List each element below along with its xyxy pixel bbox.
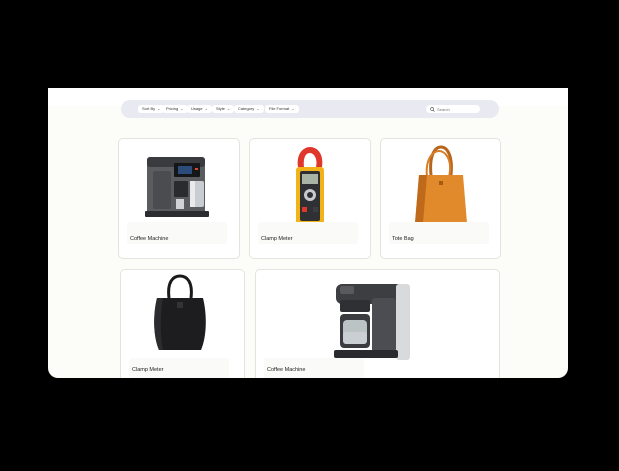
coffee-machine-image: [145, 157, 209, 217]
app-window: Sort By ⌄ Pricing ⌄ Usage ⌄ Style ⌄ Category…: [48, 88, 568, 378]
product-card[interactable]: Coffee Machine: [118, 138, 240, 259]
product-name: Coffee Machine: [267, 367, 306, 373]
black-bag-image: [154, 274, 206, 350]
product-name: Clamp Meter: [261, 236, 293, 242]
filter-usage[interactable]: Usage ⌄: [187, 105, 212, 113]
product-card[interactable]: Clamp Meter: [249, 138, 371, 259]
product-name: Tote Bag: [392, 236, 414, 242]
product-card[interactable]: Coffee Machine: [255, 269, 500, 378]
filter-label: Usage: [191, 106, 203, 111]
chevron-down-icon: ⌄: [226, 106, 231, 111]
product-card[interactable]: Clamp Meter: [120, 269, 245, 378]
coffee-maker-image: [334, 284, 410, 360]
chevron-down-icon: ⌄: [157, 106, 161, 111]
clamp-meter-image: [296, 147, 324, 225]
filter-label: Pricing: [166, 106, 179, 111]
filter-pricing[interactable]: Pricing ⌄: [162, 105, 188, 113]
chevron-down-icon: ⌄: [204, 106, 208, 111]
chevron-down-icon: ⌄: [291, 106, 295, 111]
filter-bar: Sort By ⌄ Pricing ⌄ Usage ⌄ Style ⌄ Category…: [121, 100, 499, 118]
product-card[interactable]: Tote Bag: [380, 138, 501, 259]
product-name: Coffee Machine: [130, 236, 169, 242]
filter-label: File Format: [269, 106, 290, 111]
filter-sort-by[interactable]: Sort By ⌄: [138, 105, 165, 113]
chevron-down-icon: ⌄: [180, 106, 184, 111]
filter-label: Category: [238, 106, 255, 111]
search-input[interactable]: [435, 106, 477, 112]
tote-bag-image: [415, 145, 467, 223]
filter-category[interactable]: Category ⌄: [234, 105, 264, 113]
product-name: Clamp Meter: [132, 367, 164, 373]
filter-file-format[interactable]: File Format ⌄: [265, 105, 299, 113]
filter-label: Sort By: [142, 106, 156, 111]
filter-style[interactable]: Style ⌄: [212, 105, 235, 113]
filter-label: Style: [216, 106, 225, 111]
search-box[interactable]: [426, 105, 480, 113]
chevron-down-icon: ⌄: [256, 106, 260, 111]
